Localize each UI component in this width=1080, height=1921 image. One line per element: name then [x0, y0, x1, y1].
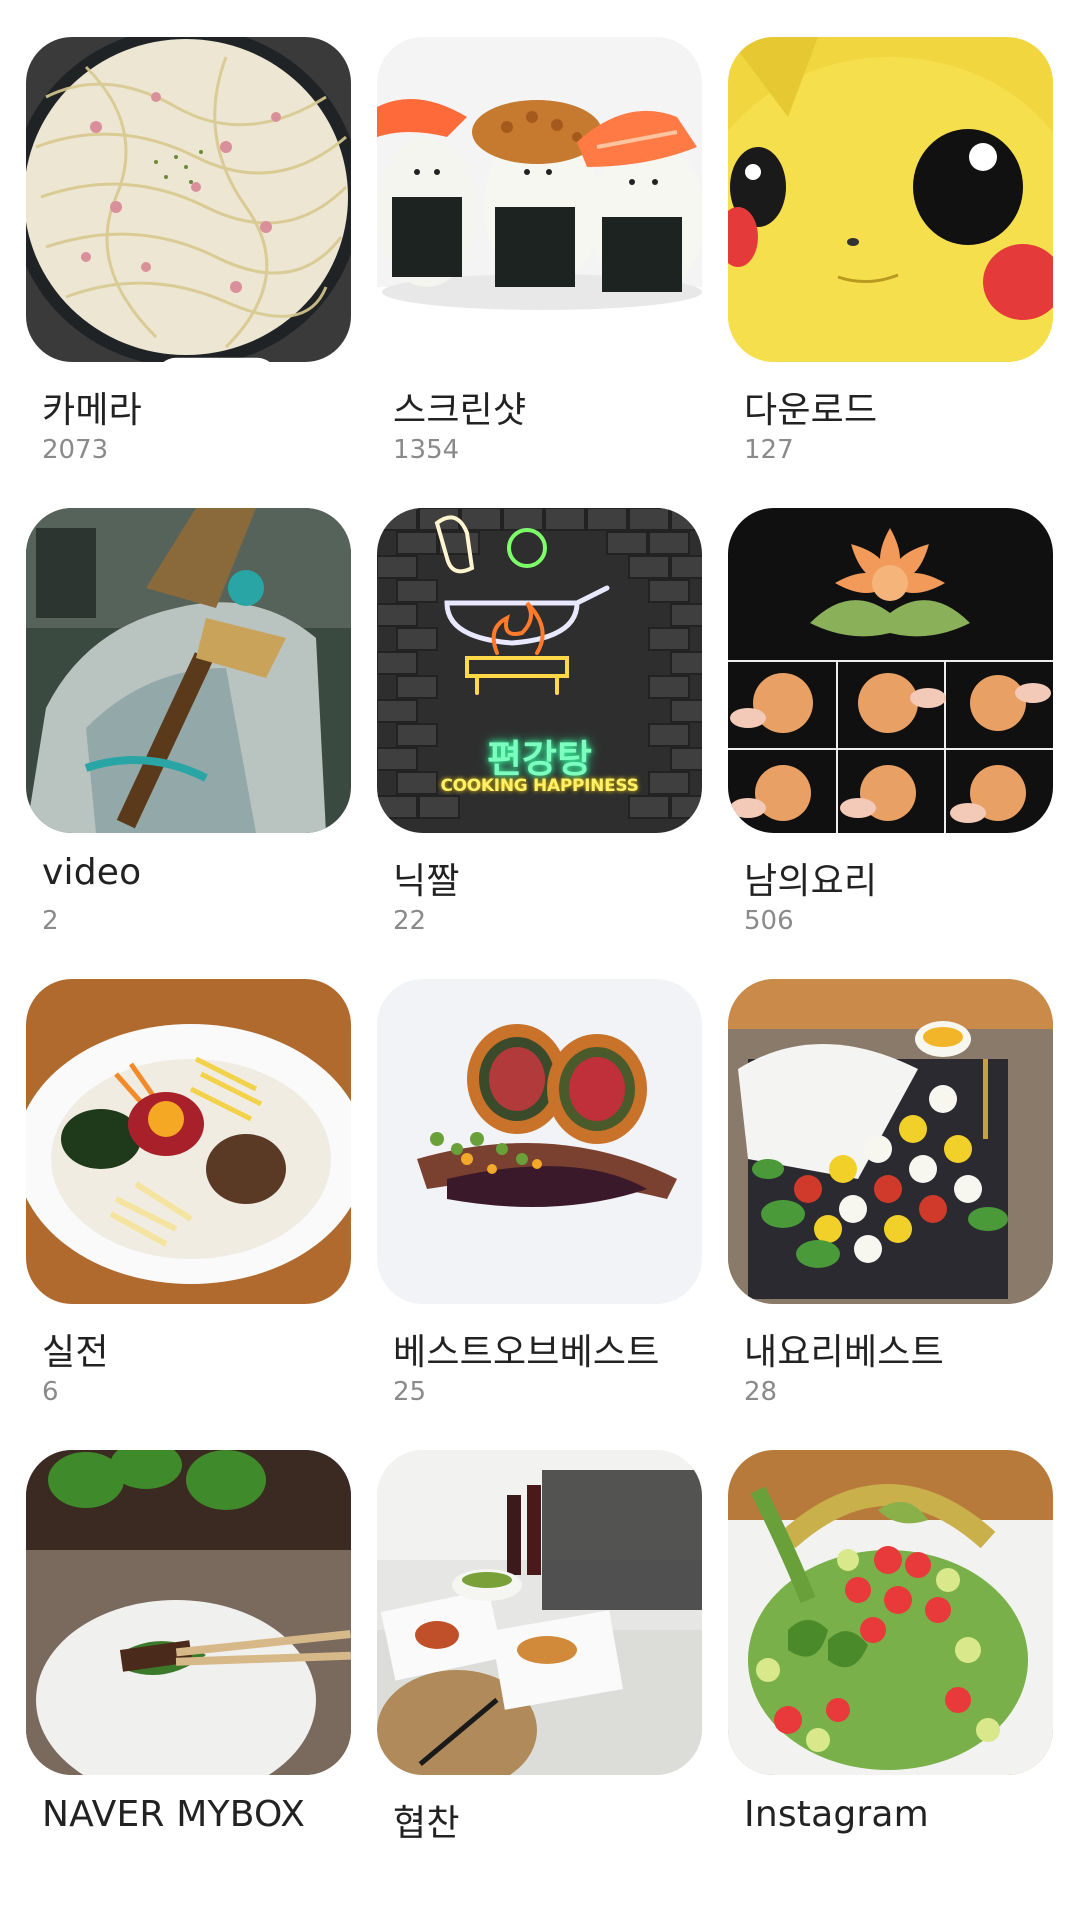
album-count: 2: [42, 906, 59, 936]
album-thumbnail[interactable]: [728, 508, 1053, 833]
camera-icon: [163, 357, 270, 362]
album-downloads[interactable]: 다운로드 127: [728, 37, 1053, 508]
album-name: 스크린샷: [393, 390, 527, 431]
album-thumbnail[interactable]: [377, 37, 702, 362]
wellington-thumbnail-image: [377, 979, 702, 1304]
sushi-thumbnail-image: [377, 37, 702, 362]
album-screenshots[interactable]: 스크린샷 1354: [377, 37, 702, 508]
album-thumbnail[interactable]: [377, 1450, 702, 1775]
album-thumbnail[interactable]: [26, 1450, 351, 1775]
album-name: Instagram: [744, 1794, 929, 1835]
album-count: 506: [744, 906, 794, 936]
album-count: 28: [744, 1377, 778, 1407]
album-thumbnail[interactable]: [728, 1450, 1053, 1775]
album-nickzzal[interactable]: 편강탕 COOKING HAPPINESS 닉짤 22: [377, 508, 702, 979]
album-others-cooking[interactable]: 남의요리 506: [728, 508, 1053, 979]
album-count: 22: [393, 906, 427, 936]
album-thumbnail[interactable]: [26, 979, 351, 1304]
neon-sign-title: 편강탕: [487, 737, 592, 781]
album-camera[interactable]: 카메라 2073: [26, 37, 351, 508]
album-best-of-best[interactable]: 베스트오브베스트 25: [377, 979, 702, 1450]
album-count: 25: [393, 1377, 427, 1407]
plush-thumbnail-image: [728, 37, 1053, 362]
album-thumbnail[interactable]: [728, 37, 1053, 362]
album-video[interactable]: video 2: [26, 508, 351, 979]
mybox-thumbnail-image: [26, 1450, 351, 1775]
album-name: 베스트오브베스트: [393, 1332, 660, 1373]
album-name: NAVER MYBOX: [42, 1794, 306, 1835]
album-naver-mybox[interactable]: NAVER MYBOX: [26, 1450, 351, 1921]
album-thumbnail[interactable]: 편강탕 COOKING HAPPINESS: [377, 508, 702, 833]
salad-bouquet-thumbnail-image: [728, 979, 1053, 1304]
melon-basket-thumbnail-image: [728, 1450, 1053, 1775]
album-name: 내요리베스트: [744, 1332, 944, 1373]
album-instagram[interactable]: Instagram: [728, 1450, 1053, 1921]
album-practice[interactable]: 실전 6: [26, 979, 351, 1450]
album-grid: 카메라 2073 스크린샷 1354 다운로드 127 video 2 편강탕 …: [26, 37, 1054, 1921]
album-count: 2073: [42, 435, 109, 465]
album-thumbnail[interactable]: [26, 508, 351, 833]
album-name: 남의요리: [744, 861, 878, 902]
album-thumbnail[interactable]: [26, 37, 351, 362]
album-name: 카메라: [42, 390, 142, 431]
album-name: 협찬: [393, 1803, 460, 1844]
album-name: 닉짤: [393, 861, 460, 902]
album-name: 다운로드: [744, 390, 878, 431]
bibimbap-thumbnail-image: [26, 979, 351, 1304]
album-my-cooking-best[interactable]: 내요리베스트 28: [728, 979, 1053, 1450]
album-thumbnail[interactable]: [728, 979, 1053, 1304]
album-count: 6: [42, 1377, 59, 1407]
album-name: video: [42, 852, 142, 893]
game-thumbnail-image: [26, 508, 351, 833]
album-sponsored[interactable]: 협찬: [377, 1450, 702, 1921]
album-name: 실전: [42, 1332, 109, 1373]
neon-sign-subtitle: COOKING HAPPINESS: [440, 776, 639, 796]
album-count: 127: [744, 435, 794, 465]
album-count: 1354: [393, 435, 460, 465]
album-thumbnail[interactable]: [377, 979, 702, 1304]
melon-carving-thumbnail-image: [728, 508, 1053, 833]
table-setting-thumbnail-image: [377, 1450, 702, 1775]
